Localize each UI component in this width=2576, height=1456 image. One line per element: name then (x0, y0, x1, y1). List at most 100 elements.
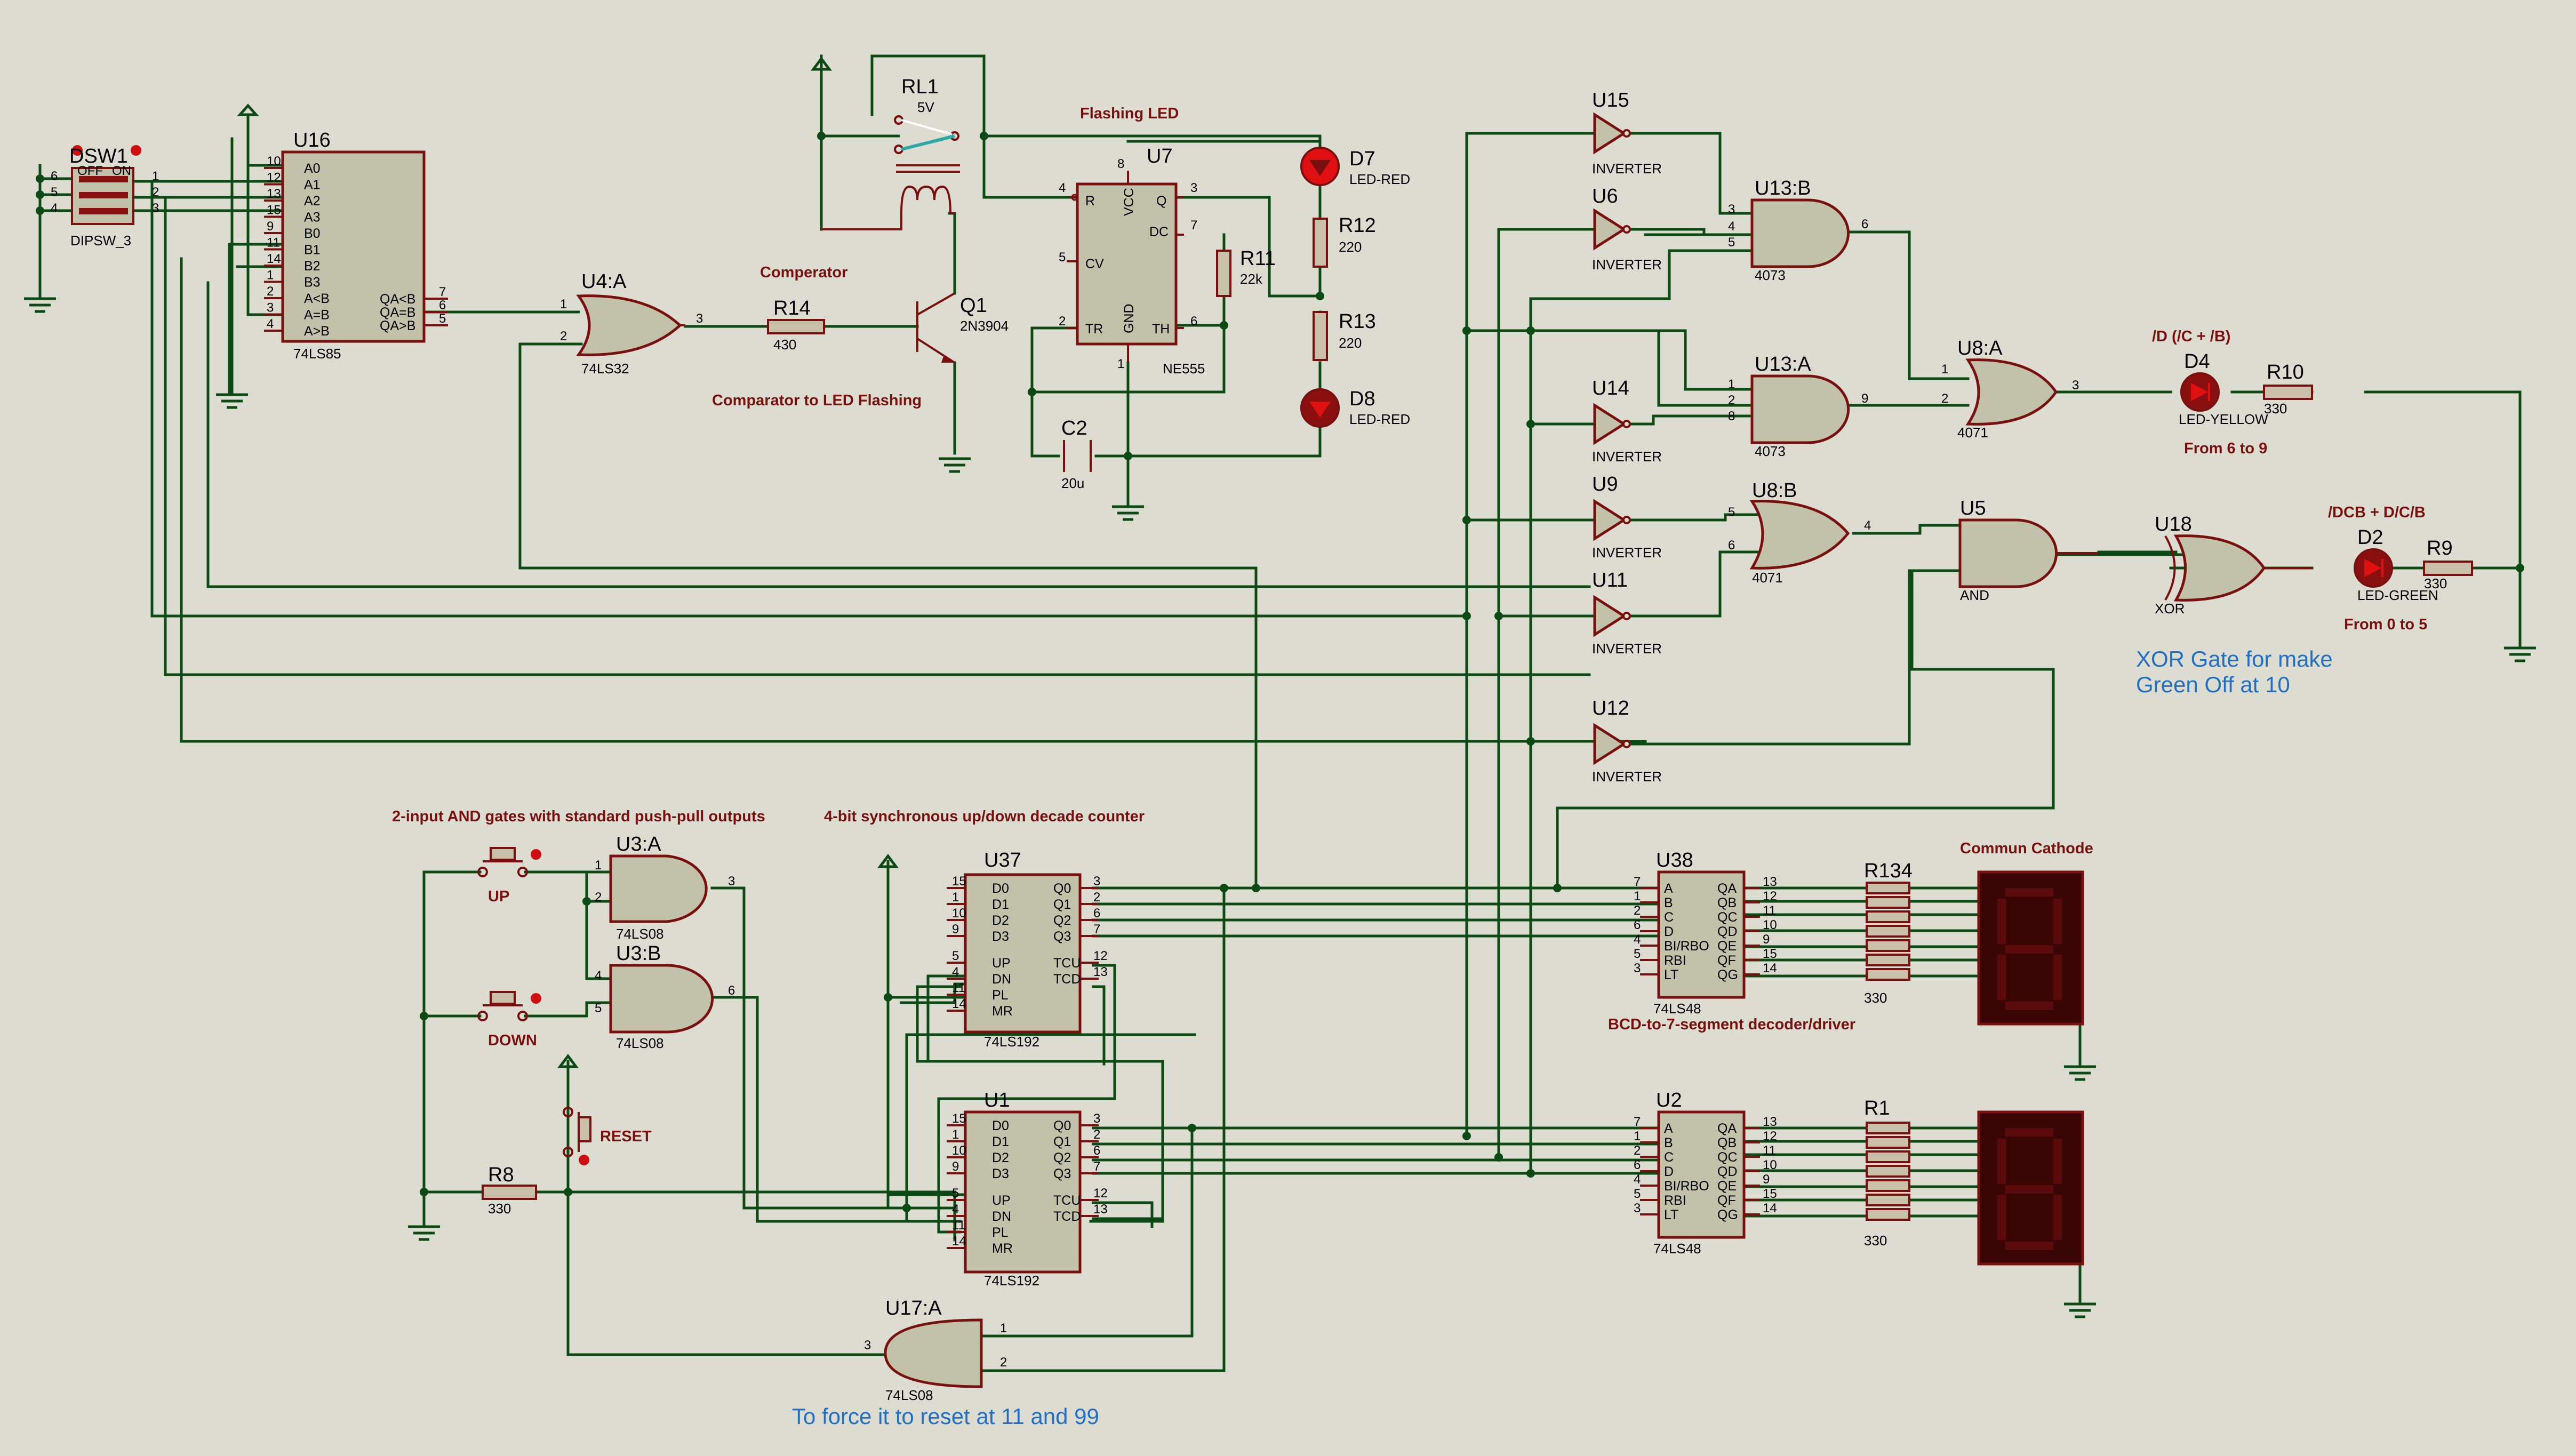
decoder-pin-label: A (1664, 1121, 1673, 1136)
resistor-array-r134[interactable]: R134 330 (1864, 860, 1913, 1006)
u14-value: INVERTER (1592, 449, 1662, 465)
relay-rl1[interactable]: RL1 5V (821, 76, 960, 230)
counter-pin-number: 5 (952, 1186, 959, 1201)
u16-pin-number: 10 (267, 154, 281, 169)
and-gate-u13b[interactable]: U13:B 4073 3 4 5 6 (1728, 177, 1868, 283)
or-gate-u4a[interactable]: U4:A 74LS32 1 2 3 (560, 270, 703, 377)
counter-pin-number: 7 (1093, 922, 1100, 937)
u8a-ref: U8:A (1957, 337, 2003, 359)
resistor-r13[interactable]: R13 220 (1313, 310, 1376, 361)
resistor-body (1866, 925, 1910, 938)
transistor-q1[interactable]: Q1 2N3904 (916, 292, 1009, 364)
resistor-r9[interactable]: R9 330 (2423, 537, 2473, 591)
resistor-r11[interactable]: R11 22k (1216, 247, 1276, 297)
counter-pin-number: 2 (1093, 890, 1100, 905)
u16-pin-number: 2 (267, 284, 274, 299)
u15-value: INVERTER (1592, 161, 1662, 177)
decoder-pin-label: QC (1717, 910, 1738, 925)
seven-segment-display-bottom (1977, 1110, 2084, 1266)
u7-pin-r: R (1085, 194, 1095, 209)
counter-pin-number: 13 (1093, 1202, 1108, 1217)
counter-pin-number: 5 (952, 949, 959, 963)
decoder-pin-number: 4 (1634, 932, 1641, 947)
decoder-pin-number: 2 (1634, 1143, 1641, 1158)
u16-pin-label: A0 (304, 161, 321, 176)
dsw1-off-label: OFF (77, 164, 103, 178)
r9-ref: R9 (2427, 537, 2453, 559)
counter-pin-label: TCU (1053, 956, 1081, 971)
u16-ref: U16 (293, 129, 331, 151)
led-d7[interactable]: D7 LED-RED (1300, 147, 1410, 187)
u7-num-cv: 5 (1059, 250, 1066, 265)
note-xor-1: XOR Gate for make (2136, 646, 2333, 671)
inverter-u11[interactable]: U11 INVERTER (1592, 569, 1662, 657)
u7-num-vcc: 8 (1117, 157, 1124, 171)
note-comp-to-led: Comparator to LED Flashing (712, 392, 922, 409)
timer-u7[interactable]: U7 NE555 R Q DC CV TR TH VCC GND 4 3 7 5… (1059, 145, 1205, 377)
u17a-pin: 2 (1000, 1355, 1007, 1370)
decoder-pin-number: 11 (1763, 1143, 1776, 1158)
decoder-pin-number: 11 (1763, 903, 1776, 918)
inverter-u12[interactable]: U12 INVERTER (1592, 697, 1662, 785)
u18-ref: U18 (2155, 513, 2192, 535)
counter-pin-number: 11 (952, 1218, 965, 1233)
led-d8[interactable]: D8 LED-RED (1300, 388, 1410, 428)
and-gate-u5[interactable]: U5 AND (1958, 497, 2099, 603)
u5-value: AND (1960, 587, 1989, 603)
or-gate-u8a[interactable]: U8:A 4071 1 2 3 (1941, 337, 2079, 441)
resistor-array-r1[interactable]: R1 330 (1864, 1097, 1910, 1249)
u16-pin-label: B2 (304, 259, 321, 274)
and-gate-u17a[interactable]: U17:A 74LS08 1 2 3 (864, 1297, 1007, 1403)
counter-u1[interactable]: U1 74LS192 15 D0 1 D1 10 D2 9 D3 5 UP 4 DN 11 PL 14 MR 3… (947, 1089, 1108, 1289)
u6-ref: U6 (1592, 185, 1618, 207)
rl1-value: 5V (917, 99, 934, 115)
u16-pin-label: A>B (304, 324, 330, 339)
u4a-pin-in1: 1 (560, 297, 567, 311)
resistor-r8[interactable]: R8 330 (482, 1164, 537, 1217)
u16-pin-label: A3 (304, 210, 321, 225)
u16-pin-label: B0 (304, 226, 321, 241)
inverter-u9[interactable]: U9 INVERTER (1592, 473, 1662, 561)
comparator-u16[interactable]: U16 74LS85 10 A0 12 A1 13 A2 15 A3 9 B0 11 B1 14 B2 1 B… (264, 129, 448, 362)
counter-pin-number: 1 (952, 1127, 959, 1142)
counter-pin-label: D3 (992, 1166, 1009, 1181)
led-d4[interactable]: D4 LED-YELLOW (2179, 350, 2268, 427)
u7-pin-th: TH (1152, 322, 1170, 337)
u16-pin-label: QA>B (380, 318, 415, 333)
u13b-pin: 6 (1861, 217, 1868, 231)
counter-pin-label: MR (992, 1004, 1013, 1019)
counter-u37[interactable]: U37 74LS192 15 D0 1 D1 10 D2 9 D3 5 UP 4 DN 11 PL 14 MR… (947, 849, 1108, 1050)
resistor-body (1866, 1179, 1910, 1192)
xor-gate-u18[interactable]: U18 XOR (2155, 513, 2312, 617)
decoder-pin-label: A (1664, 881, 1673, 896)
resistor-body (1866, 939, 1910, 952)
counter-pin-number: 7 (1093, 1159, 1100, 1174)
decoder-pin-number: 6 (1634, 918, 1641, 932)
inverter-u14[interactable]: U14 INVERTER (1592, 377, 1662, 465)
u16-pin-number: 7 (439, 285, 446, 299)
decoder-pin-number: 6 (1634, 1158, 1641, 1172)
u13b-pin: 3 (1728, 202, 1735, 217)
decoder-u38[interactable]: U38 74LS48 7 A 1 B 2 C 6 D 4 BI/RBO 5 RBI 3 LT 13 QA 12 Q… (1634, 849, 1777, 1017)
resistor-r14[interactable]: R14 430 (767, 297, 825, 353)
or-gate-u8b[interactable]: U8:B 4071 5 6 4 (1728, 479, 1871, 586)
u17a-value: 74LS08 (885, 1387, 933, 1403)
resistor-r10[interactable]: R10 330 (2263, 361, 2313, 417)
pushbutton-down[interactable]: DOWN (477, 991, 541, 1049)
u3b-value: 74LS08 (616, 1035, 664, 1051)
resistor-body (1866, 1122, 1910, 1134)
u7-num-dc: 7 (1190, 218, 1197, 233)
pushbutton-up[interactable]: UP (477, 847, 541, 905)
u8b-pin: 5 (1728, 505, 1735, 519)
counter-pin-label: Q3 (1053, 929, 1071, 944)
u17a-pin: 3 (864, 1338, 871, 1353)
dsw1-pin: 5 (51, 185, 58, 199)
pushbutton-reset[interactable]: RESET (563, 1107, 652, 1165)
decoder-pin-label: C (1664, 910, 1674, 925)
decoder-pin-label: C (1664, 1150, 1674, 1165)
note-counter: 4-bit synchronous up/down decade counter (824, 808, 1145, 825)
capacitor-c2[interactable]: C2 20u (1061, 417, 1092, 491)
resistor-r12[interactable]: R12 220 (1313, 214, 1376, 268)
r9-value: 330 (2424, 575, 2447, 591)
d7-ref: D7 (1349, 148, 1375, 170)
